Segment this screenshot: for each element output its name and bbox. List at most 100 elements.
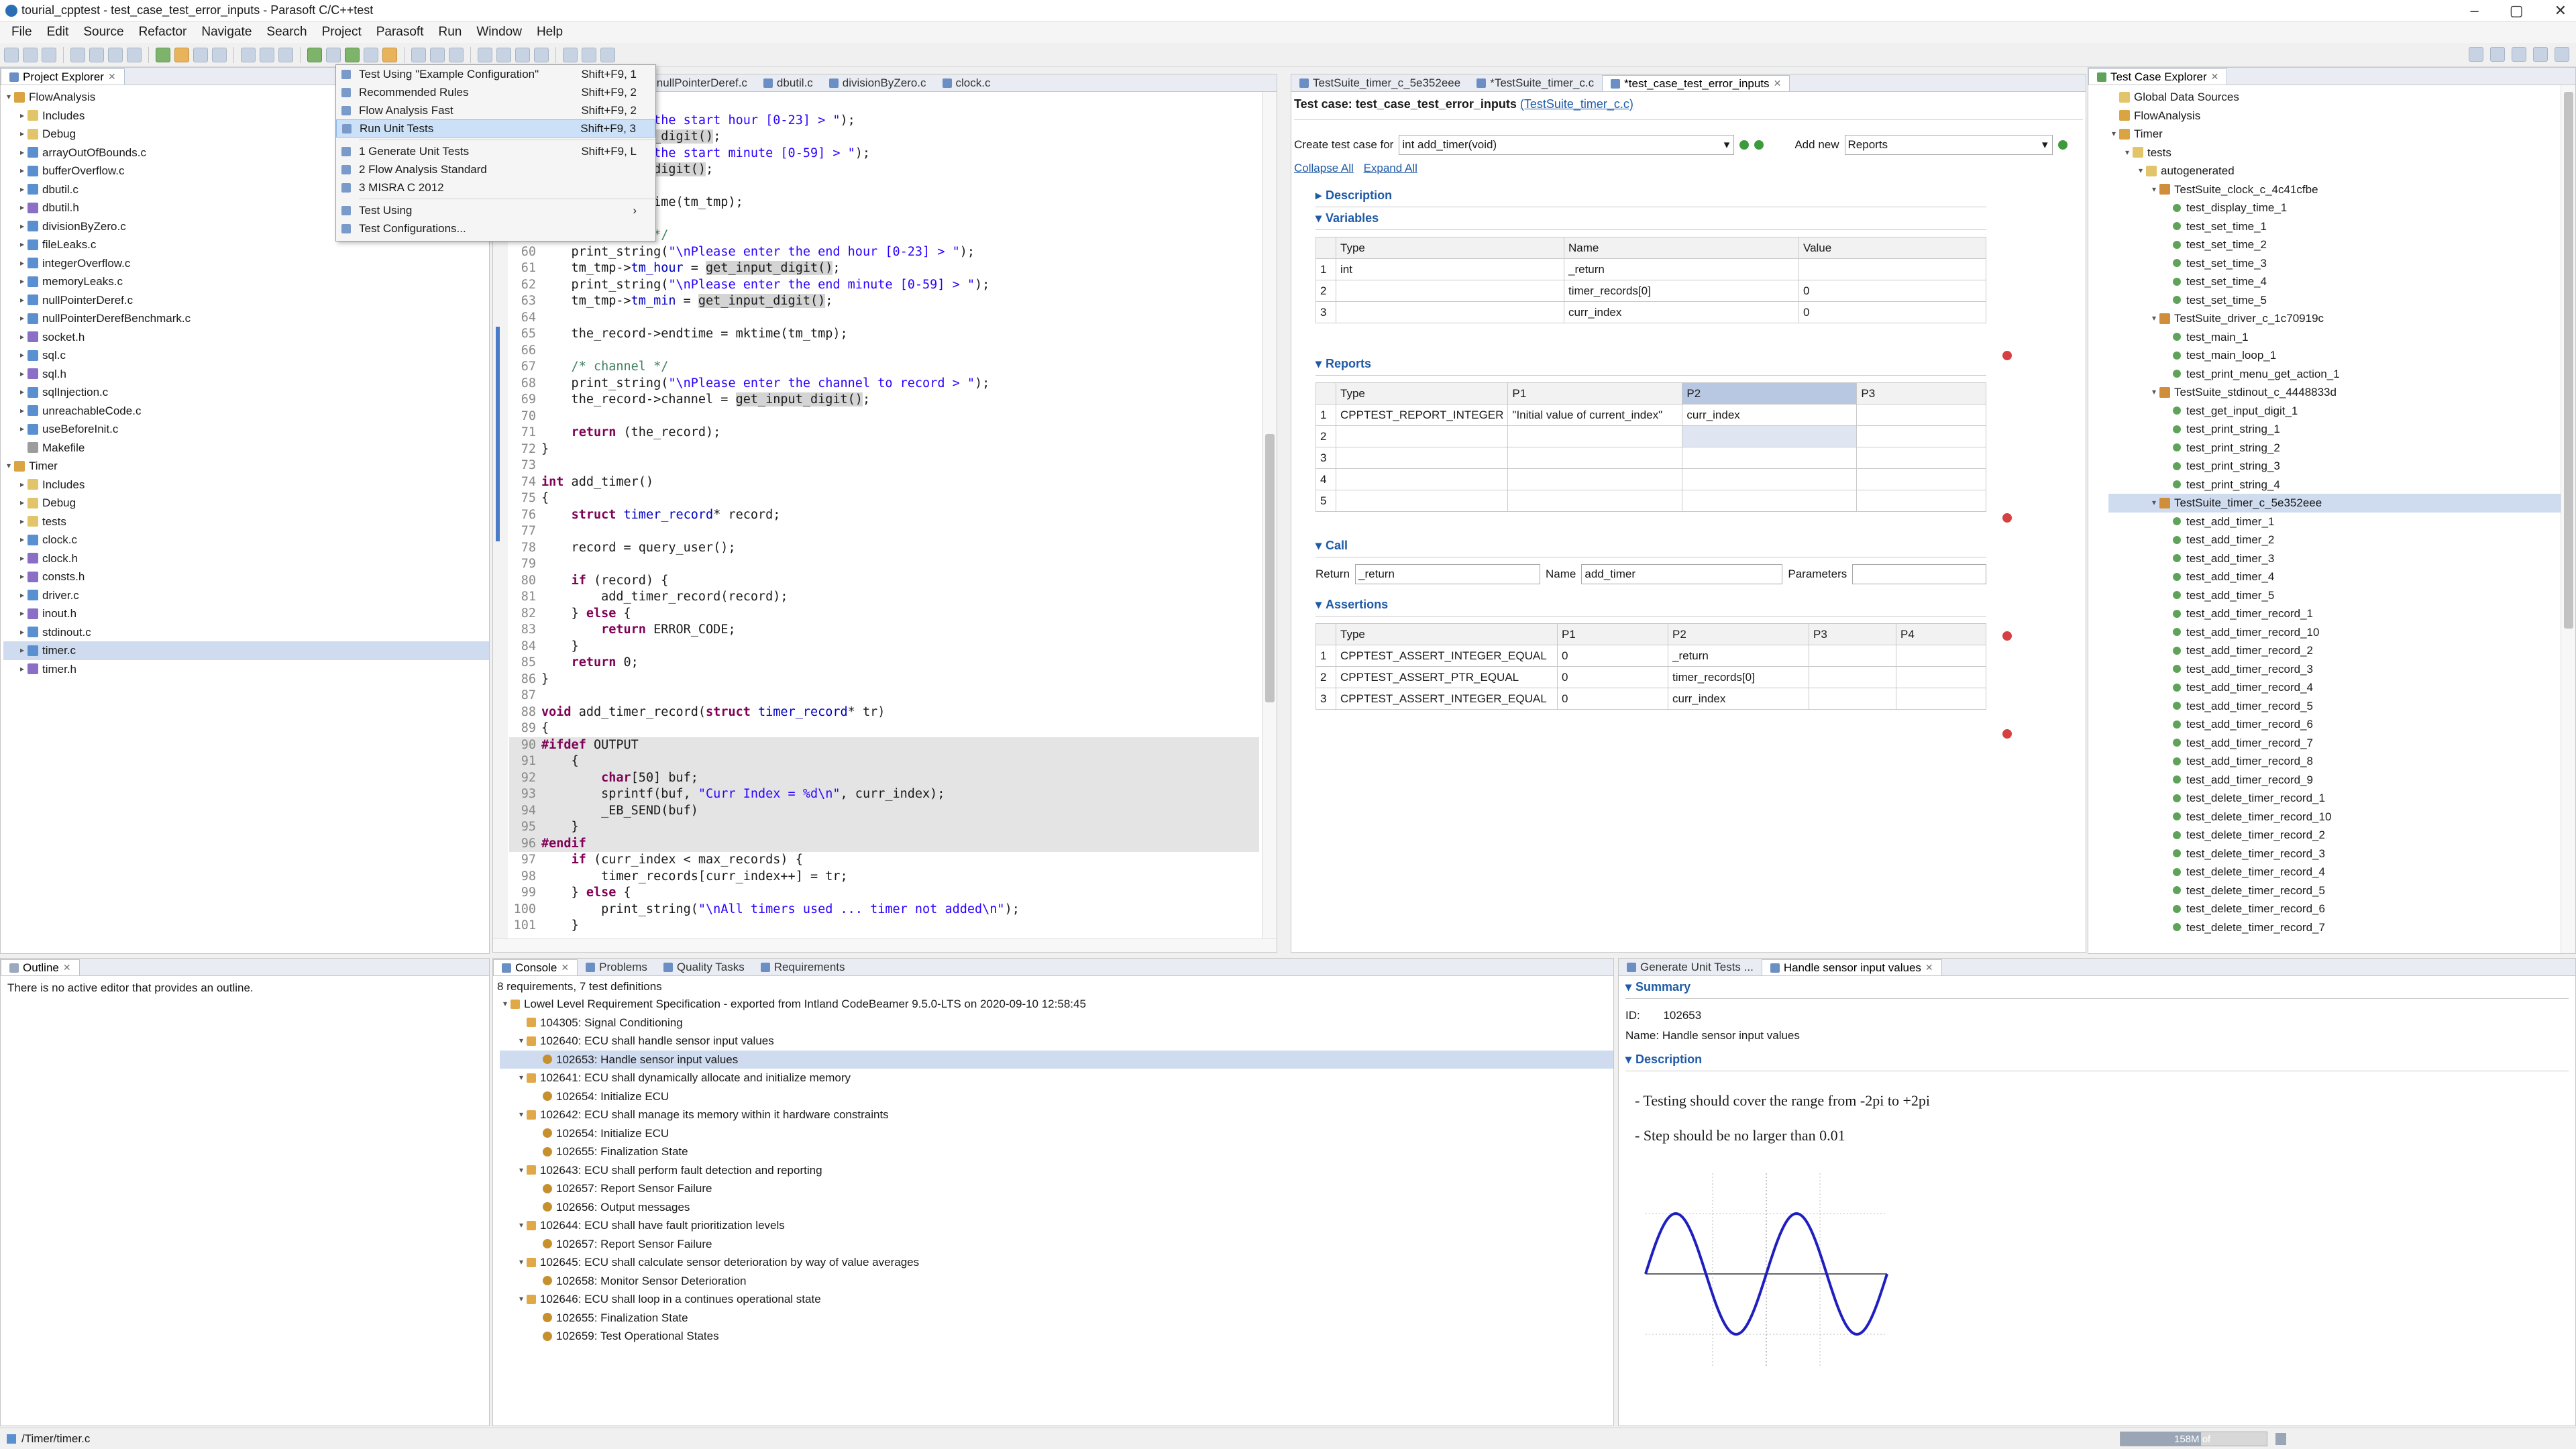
table-cell[interactable]: 0 <box>1557 688 1668 710</box>
tree-item[interactable]: ▾ 102640: ECU shall handle sensor input v… <box>500 1032 1613 1051</box>
table-cell[interactable]: 0 <box>1799 301 1986 323</box>
toolbar-button-icon[interactable] <box>70 47 85 62</box>
run-menu-item[interactable]: 1 Generate Unit Tests Shift+F9, L <box>336 142 655 160</box>
tree-item[interactable]: test_get_input_digit_1 <box>2108 402 2575 421</box>
close-icon[interactable]: ✕ <box>108 71 116 83</box>
variables-section-header[interactable]: ▾ Variables <box>1316 211 1986 225</box>
tree-item[interactable]: test_set_time_4 <box>2108 272 2575 291</box>
close-icon[interactable]: ✕ <box>1925 962 1933 973</box>
chevron-down-icon[interactable]: ▾ <box>516 1216 527 1235</box>
chevron-down-icon[interactable]: ▾ <box>2122 144 2133 162</box>
tree-item[interactable]: ▸ Debug <box>3 494 489 513</box>
menu-file[interactable]: File <box>4 25 40 40</box>
tree-item[interactable]: ▾ TestSuite_stdinout_c_4448833d <box>2108 383 2575 402</box>
run-menu-item[interactable]: Test Configurations... <box>336 219 655 237</box>
tree-item[interactable]: test_add_timer_record_6 <box>2108 715 2575 734</box>
tree-item[interactable]: ▸ sql.h <box>3 365 489 384</box>
table-cell[interactable] <box>1809 666 1896 688</box>
table-cell[interactable]: timer_records[0] <box>1564 280 1799 302</box>
toolbar-button-icon[interactable] <box>345 47 360 62</box>
chevron-down-icon[interactable]: ▾ <box>500 995 511 1014</box>
tree-item[interactable]: ▸ timer.c <box>3 641 489 660</box>
table-cell[interactable] <box>1682 425 1858 447</box>
table-row[interactable]: 5 <box>1316 490 1986 512</box>
chevron-right-icon[interactable]: ▸ <box>17 235 28 254</box>
toolbar-button-icon[interactable] <box>212 47 227 62</box>
table-cell[interactable] <box>1856 490 1986 512</box>
tree-item[interactable]: test_add_timer_1 <box>2108 513 2575 531</box>
tree-item[interactable]: test_set_time_2 <box>2108 235 2575 254</box>
table-cell[interactable] <box>1799 258 1986 280</box>
tree-item[interactable]: test_add_timer_5 <box>2108 586 2575 605</box>
chevron-down-icon[interactable]: ▾ <box>2149 383 2159 402</box>
chevron-right-icon[interactable]: ▸ <box>17 291 28 310</box>
table-cell[interactable] <box>1335 490 1509 512</box>
tree-item[interactable]: ▸ consts.h <box>3 568 489 586</box>
tab[interactable]: Console ✕ <box>493 959 578 975</box>
tree-item[interactable]: ▸ nullPointerDerefBenchmark.c <box>3 309 489 328</box>
description-section-header[interactable]: ▾ Description <box>1625 1053 2569 1067</box>
menu-source[interactable]: Source <box>76 25 131 40</box>
tree-item[interactable]: 102658: Monitor Sensor Deterioration <box>500 1272 1613 1291</box>
tree-item[interactable]: ▸ nullPointerDeref.c <box>3 291 489 310</box>
tree-item[interactable]: ▸ clock.h <box>3 549 489 568</box>
toolbar-button-icon[interactable] <box>42 47 56 62</box>
run-menu-item[interactable]: Test Using "Example Configuration" Shift+… <box>336 65 655 83</box>
chevron-right-icon[interactable]: ▸ <box>17 494 28 513</box>
toolbar-button-icon[interactable] <box>260 47 274 62</box>
menu-parasoft[interactable]: Parasoft <box>369 25 431 40</box>
tree-item[interactable]: ▾ autogenerated <box>2108 162 2575 180</box>
tree-item[interactable]: test_add_timer_record_10 <box>2108 623 2575 642</box>
chevron-right-icon[interactable]: ▸ <box>17 513 28 531</box>
table-row[interactable]: 2 CPPTEST_ASSERT_PTR_EQUAL 0 timer_records[… <box>1316 666 1986 688</box>
function-select[interactable]: int add_timer(void) ▾ <box>1399 135 1735 155</box>
table-row[interactable]: 3 <box>1316 447 1986 469</box>
table-cell[interactable] <box>1507 468 1683 490</box>
scroll-thumb[interactable] <box>1265 434 1275 702</box>
tree-item[interactable]: ▸ sql.c <box>3 346 489 365</box>
close-icon[interactable]: ✕ <box>63 962 71 973</box>
table-cell[interactable] <box>1856 447 1986 469</box>
tree-item[interactable]: ▸ socket.h <box>3 328 489 347</box>
toolbar-button-icon[interactable] <box>582 47 596 62</box>
return-field[interactable]: _return <box>1355 564 1541 584</box>
tree-item[interactable]: test_add_timer_4 <box>2108 568 2575 586</box>
tree-item[interactable]: ▾ 102645: ECU shall calculate sensor dete… <box>500 1253 1613 1272</box>
run-menu-item[interactable]: Recommended Rules Shift+F9, 2 <box>336 83 655 101</box>
tree-item[interactable]: test_delete_timer_record_4 <box>2108 863 2575 881</box>
maximize-icon[interactable]: ▢ <box>2510 2 2524 19</box>
chevron-right-icon[interactable]: ▸ <box>17 180 28 199</box>
chevron-right-icon[interactable]: ▸ <box>17 162 28 180</box>
menu-refactor[interactable]: Refactor <box>131 25 195 40</box>
chevron-right-icon[interactable]: ▸ <box>17 125 28 144</box>
table-cell[interactable] <box>1335 468 1509 490</box>
tree-item[interactable]: test_delete_timer_record_6 <box>2108 900 2575 918</box>
chevron-right-icon[interactable]: ▸ <box>17 309 28 328</box>
toolbar-button-icon[interactable] <box>108 47 123 62</box>
menu-search[interactable]: Search <box>259 25 314 40</box>
tree-item[interactable]: ▸ inout.h <box>3 604 489 623</box>
tree-item[interactable]: 102654: Initialize ECU <box>500 1124 1613 1143</box>
tree-item[interactable]: 102655: Finalization State <box>500 1142 1613 1161</box>
tree-item[interactable]: ▸ stdinout.c <box>3 623 489 642</box>
table-cell[interactable] <box>1507 490 1683 512</box>
table-cell[interactable]: CPPTEST_ASSERT_INTEGER_EQUAL <box>1336 688 1558 710</box>
toolbar-button-icon[interactable] <box>326 47 341 62</box>
chevron-down-icon[interactable]: ▾ <box>516 1069 527 1087</box>
tree-item[interactable]: ▸ integerOverflow.c <box>3 254 489 273</box>
tree-item[interactable]: 102656: Output messages <box>500 1198 1613 1217</box>
vertical-scrollbar[interactable] <box>1262 92 1277 938</box>
chevron-right-icon[interactable]: ▸ <box>17 476 28 494</box>
chevron-right-icon[interactable]: ▸ <box>17 531 28 549</box>
table-cell[interactable]: CPPTEST_ASSERT_INTEGER_EQUAL <box>1336 645 1558 667</box>
toolbar-button-icon[interactable] <box>89 47 104 62</box>
test-suite-link[interactable]: (TestSuite_timer_c.c) <box>1520 97 1633 111</box>
chevron-down-icon[interactable]: ▾ <box>516 1106 527 1124</box>
tree-item[interactable]: ▾ Timer <box>3 457 489 476</box>
toolbar-button-icon[interactable] <box>193 47 208 62</box>
chevron-right-icon[interactable]: ▸ <box>17 586 28 605</box>
tree-item[interactable]: test_delete_timer_record_2 <box>2108 826 2575 845</box>
table-row[interactable]: 1 int _return <box>1316 258 1986 280</box>
table-cell[interactable] <box>1896 688 1986 710</box>
collapse-all-link[interactable]: Collapse All <box>1294 162 1354 174</box>
